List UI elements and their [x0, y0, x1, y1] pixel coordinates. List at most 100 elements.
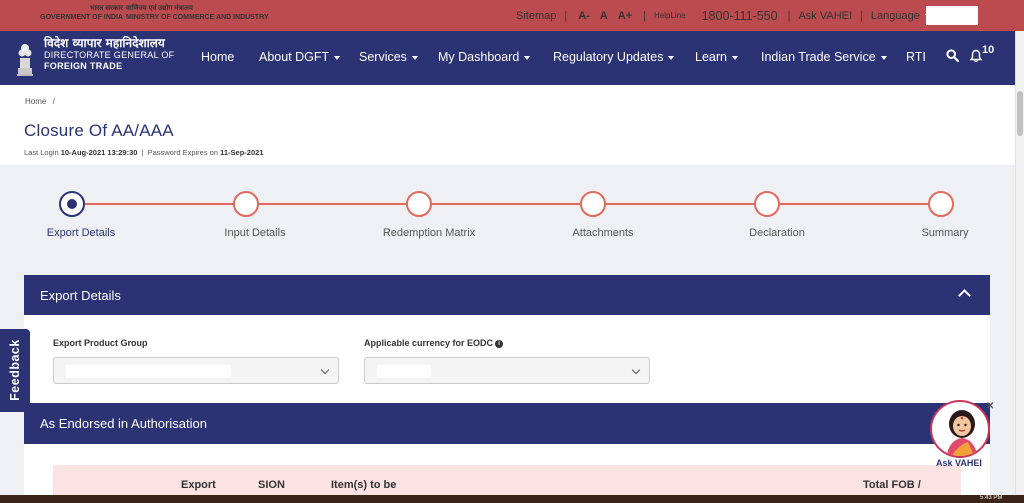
column-header-export: Export — [181, 479, 216, 491]
separator: | — [860, 9, 863, 22]
currency-eodc-select[interactable] — [364, 357, 650, 384]
chevron-down-icon — [631, 365, 641, 375]
helpline-number[interactable]: 1800-111-550 — [698, 9, 782, 23]
separator: | — [643, 9, 647, 22]
step-export-details-circle[interactable] — [59, 191, 85, 217]
language-dropdown[interactable]: Language — [869, 10, 933, 22]
step-redemption-matrix-label[interactable]: Redemption Matrix — [359, 227, 499, 239]
top-links: Sitemap | A- A A+ | HelpLine 1800-111-55… — [514, 0, 933, 31]
stepper-line — [72, 203, 942, 205]
feedback-label: Feedback — [8, 339, 22, 401]
step-input-details-circle[interactable] — [233, 191, 259, 217]
last-login-info: Last Login 10-Aug-2021 13:29:30 | Passwo… — [24, 148, 264, 157]
national-emblem-icon — [17, 44, 33, 76]
chevron-down-icon — [334, 55, 341, 60]
column-header-total-fob: Total FOB / — [863, 479, 921, 491]
chevron-down-icon — [880, 55, 887, 60]
export-details-panel-header[interactable]: Export Details — [24, 275, 990, 316]
font-normal-button[interactable]: A — [595, 10, 613, 22]
os-taskbar — [0, 495, 1024, 503]
step-declaration-circle[interactable] — [754, 191, 780, 217]
ask-vahei-link[interactable]: Ask VAHEI — [796, 10, 854, 22]
export-product-group-select[interactable] — [53, 357, 339, 384]
separator: | — [787, 9, 791, 22]
export-details-title: Export Details — [40, 288, 121, 303]
step-declaration-label[interactable]: Declaration — [707, 227, 847, 239]
ask-vahei-chatbot[interactable] — [930, 400, 990, 458]
notification-count-badge[interactable]: 10 — [982, 44, 994, 56]
font-decrease-button[interactable]: A- — [573, 10, 595, 22]
as-endorsed-title: As Endorsed in Authorisation — [40, 416, 207, 431]
nav-about-dgft[interactable]: About DGFT — [259, 50, 341, 64]
bell-icon[interactable] — [970, 49, 982, 63]
nav-rti-label: RTI — [906, 50, 926, 64]
separator: | — [564, 9, 568, 22]
nav-services-label: Services — [359, 50, 407, 64]
breadcrumb-separator: / — [52, 97, 55, 106]
gov-ministry-block: भारत सरकार GOVERNMENT OF INDIA वाणिज्य ए… — [38, 4, 269, 22]
nav-its-label: Indian Trade Service — [761, 50, 876, 64]
step-summary-label[interactable]: Summary — [875, 227, 1015, 239]
currency-eodc-text: Applicable currency for EODC — [364, 338, 494, 348]
nav-regulatory-updates[interactable]: Regulatory Updates — [553, 50, 675, 64]
selected-value-redacted — [66, 365, 231, 378]
gov-hindi: भारत सरकार — [89, 5, 123, 12]
close-icon[interactable]: ✕ — [986, 401, 994, 412]
ministry-hindi: वाणिज्य एवं उद्योग मंत्रालय — [126, 5, 193, 12]
chevron-down-icon — [668, 55, 675, 60]
language-label: Language — [870, 9, 920, 22]
chevron-up-icon[interactable] — [958, 289, 971, 302]
last-login-label: Last Login — [24, 148, 59, 157]
nav-learn-label: Learn — [695, 50, 727, 64]
chevron-down-icon — [411, 55, 418, 60]
breadcrumb-home[interactable]: Home — [25, 97, 46, 106]
breadcrumb: Home / — [25, 97, 55, 106]
brand-line1: DIRECTORATE GENERAL OF — [44, 50, 175, 60]
step-redemption-matrix-circle[interactable] — [406, 191, 432, 217]
nav-rti[interactable]: RTI — [906, 50, 926, 64]
info-icon[interactable]: i — [495, 339, 504, 348]
ask-vahei-label[interactable]: Ask VAHEI — [936, 458, 982, 468]
step-attachments-circle[interactable] — [580, 191, 606, 217]
taskbar-clock: 5:43 PM — [980, 495, 1003, 501]
export-product-group-label: Export Product Group — [53, 338, 148, 348]
last-login-value: 10-Aug-2021 13:29:30 — [60, 148, 138, 157]
nav-regulatory-label: Regulatory Updates — [553, 50, 664, 64]
search-icon[interactable] — [946, 49, 959, 62]
nav-about-label: About DGFT — [259, 50, 330, 64]
separator: | — [141, 148, 144, 157]
column-header-items: Item(s) to be — [331, 479, 397, 491]
nav-home-label: Home — [201, 50, 235, 64]
nav-learn[interactable]: Learn — [695, 50, 738, 64]
brand-line2: FOREIGN TRADE — [44, 61, 123, 71]
step-attachments-label[interactable]: Attachments — [533, 227, 673, 239]
nav-dashboard-label: My Dashboard — [438, 50, 520, 64]
password-expiry-label: Password Expires on — [147, 148, 219, 157]
password-expiry-value: 11-Sep-2021 — [220, 148, 264, 157]
chevron-down-icon — [320, 365, 330, 375]
nav-services[interactable]: Services — [359, 50, 418, 64]
page-scrollbar[interactable] — [1015, 31, 1024, 503]
currency-eodc-label: Applicable currency for EODC i — [364, 338, 504, 348]
chevron-down-icon — [524, 55, 531, 60]
dgft-brand[interactable]: विदेश व्यापार महानिदेशालय DIRECTORATE GE… — [44, 36, 174, 72]
scrollbar-thumb[interactable] — [1017, 91, 1023, 136]
as-endorsed-panel-header[interactable]: As Endorsed in Authorisation — [24, 403, 990, 444]
account-box[interactable] — [926, 6, 978, 25]
helpline-label: HelpLine — [654, 11, 686, 20]
feedback-tab[interactable]: Feedback — [0, 329, 30, 412]
step-export-details-label[interactable]: Export Details — [11, 227, 151, 239]
step-input-details-label[interactable]: Input Details — [185, 227, 325, 239]
selected-value-redacted — [377, 365, 431, 378]
nav-home[interactable]: Home — [201, 50, 234, 64]
brand-hindi: विदेश व्यापार महानिदेशालय — [44, 36, 165, 50]
nav-indian-trade-service[interactable]: Indian Trade Service — [761, 50, 887, 64]
sitemap-link[interactable]: Sitemap — [514, 10, 558, 22]
ministry-english: MINISTRY OF COMMERCE AND INDUSTRY — [126, 14, 269, 21]
column-header-sion: SION — [258, 479, 285, 491]
gov-english: GOVERNMENT OF INDIA — [40, 14, 123, 21]
step-summary-circle[interactable] — [928, 191, 954, 217]
chevron-down-icon — [731, 55, 738, 60]
font-increase-button[interactable]: A+ — [613, 10, 637, 22]
nav-my-dashboard[interactable]: My Dashboard — [438, 50, 531, 64]
